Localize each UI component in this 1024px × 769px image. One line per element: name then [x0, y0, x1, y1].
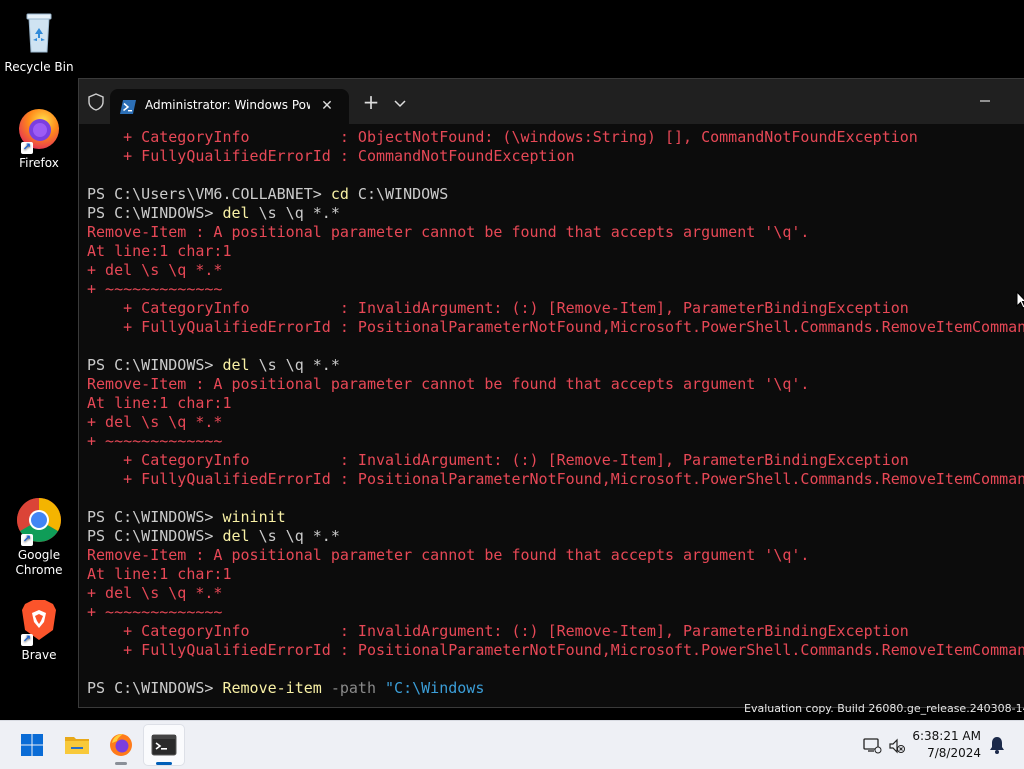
error-line: Remove-Item : A positional parameter can…	[87, 375, 810, 393]
prompt-text: PS C:\WINDOWS>	[87, 508, 223, 526]
active-indicator	[156, 762, 172, 765]
argument-text: C:\WINDOWS	[348, 185, 449, 203]
chrome-label: Google Chrome	[15, 548, 63, 577]
chrome-icon: ↗	[15, 496, 63, 546]
argument-text: \s \q *.*	[249, 204, 340, 222]
tab-powershell[interactable]: Administrator: Windows PowerShell ✕	[110, 89, 349, 124]
error-line: + ~~~~~~~~~~~~~	[87, 280, 223, 298]
command-line: PS C:\WINDOWS> wininit	[87, 508, 1024, 527]
tab-close-button[interactable]: ✕	[315, 95, 339, 117]
command-text: Remove-item	[222, 679, 322, 697]
error-line: + FullyQualifiedErrorId : PositionalPara…	[87, 641, 1024, 659]
brave-icon: ↗	[15, 596, 63, 646]
terminal-taskbar-button[interactable]	[144, 725, 184, 765]
recycle-bin-icon	[15, 8, 63, 56]
error-line: + ~~~~~~~~~~~~~	[87, 432, 223, 450]
terminal-window[interactable]: Administrator: Windows PowerShell ✕ + + …	[78, 78, 1024, 708]
desktop-icon-recycle-bin[interactable]: Recycle Bin	[4, 8, 74, 75]
error-line: At line:1 char:1	[87, 394, 232, 412]
taskbar: 6:38:21 AM 7/8/2024	[0, 720, 1024, 769]
firefox-label: Firefox	[19, 156, 59, 170]
evaluation-watermark: Evaluation copy. Build 26080.ge_release.…	[744, 702, 1024, 715]
error-line: At line:1 char:1	[87, 242, 232, 260]
command-text: cd	[330, 185, 349, 203]
mouse-cursor-icon	[1016, 290, 1024, 309]
prompt-text: PS C:\Users\VM6.COLLABNET>	[87, 185, 331, 203]
parameter-text: -path	[330, 679, 376, 697]
current-input-line[interactable]: PS C:\WINDOWS> Remove-item -path "C:\Win…	[87, 679, 1024, 698]
argument-text: \s \q *.*	[249, 356, 340, 374]
clock-date[interactable]: 7/8/2024	[900, 746, 981, 760]
file-explorer-button[interactable]	[57, 725, 97, 765]
error-line: + del \s \q *.*	[87, 413, 223, 431]
running-indicator	[115, 762, 127, 765]
error-line: + CategoryInfo : InvalidArgument: (:) [R…	[87, 622, 909, 640]
desktop-icon-firefox[interactable]: ↗ Firefox	[4, 104, 74, 171]
command-line: PS C:\WINDOWS> del \s \q *.*	[87, 356, 1024, 375]
tab-title: Administrator: Windows PowerShell	[145, 98, 310, 112]
error-line: Remove-Item : A positional parameter can…	[87, 546, 810, 564]
error-line: + FullyQualifiedErrorId : PositionalPara…	[87, 318, 1024, 336]
command-text: wininit	[222, 508, 286, 526]
prompt-text: PS C:\WINDOWS>	[87, 356, 223, 374]
windows-logo-icon	[21, 734, 43, 756]
title-bar[interactable]: Administrator: Windows PowerShell ✕ +	[79, 79, 1024, 124]
network-icon[interactable]	[862, 735, 882, 755]
error-line: Remove-Item : A positional parameter can…	[87, 223, 810, 241]
desktop-icon-chrome[interactable]: ↗ Google Chrome	[4, 496, 74, 578]
recycle-bin-label: Recycle Bin	[4, 60, 74, 74]
error-line: + del \s \q *.*	[87, 261, 223, 279]
command-text: del	[222, 356, 250, 374]
error-line: + CategoryInfo : InvalidArgument: (:) [R…	[87, 299, 909, 317]
command-line: PS C:\WINDOWS> del \s \q *.*	[87, 527, 1024, 546]
command-line: PS C:\WINDOWS> del \s \q *.*	[87, 204, 1024, 223]
folder-icon	[65, 737, 89, 754]
error-line: + CategoryInfo : ObjectNotFound: (\windo…	[87, 128, 918, 146]
shortcut-arrow-icon: ↗	[21, 534, 33, 546]
error-line: + ~~~~~~~~~~~~~	[87, 603, 223, 621]
chevron-down-icon[interactable]	[389, 93, 411, 113]
powershell-icon	[120, 99, 136, 114]
console-output[interactable]: + CategoryInfo : ObjectNotFound: (\windo…	[87, 128, 1024, 707]
firefox-icon: ↗	[15, 104, 63, 154]
terminal-icon	[151, 734, 177, 756]
error-line: + FullyQualifiedErrorId : CommandNotFoun…	[87, 147, 575, 165]
shield-icon	[87, 93, 105, 111]
firefox-taskbar-button[interactable]	[101, 725, 141, 765]
desktop-icon-brave[interactable]: ↗ Brave	[4, 596, 74, 663]
start-button[interactable]	[12, 725, 52, 765]
string-text: "C:\Windows	[385, 679, 485, 697]
error-line: + CategoryInfo : InvalidArgument: (:) [R…	[87, 451, 909, 469]
error-line: + del \s \q *.*	[87, 584, 223, 602]
minimize-button[interactable]	[971, 93, 1011, 109]
error-line: At line:1 char:1	[87, 565, 232, 583]
clock-time[interactable]: 6:38:21 AM	[900, 729, 981, 743]
shortcut-arrow-icon: ↗	[21, 634, 33, 646]
new-tab-button[interactable]: +	[359, 91, 383, 115]
notification-bell-icon[interactable]	[988, 735, 1006, 755]
argument-text: \s \q *.*	[249, 527, 340, 545]
command-text: del	[222, 527, 250, 545]
prompt-text: PS C:\WINDOWS>	[87, 527, 223, 545]
firefox-icon	[110, 734, 132, 756]
shortcut-arrow-icon: ↗	[21, 142, 33, 154]
prompt-text: PS C:\WINDOWS>	[87, 204, 223, 222]
command-line: PS C:\Users\VM6.COLLABNET> cd C:\WINDOWS	[87, 185, 1024, 204]
brave-label: Brave	[21, 648, 57, 662]
command-text: del	[222, 204, 250, 222]
prompt-text: PS C:\WINDOWS>	[87, 679, 223, 697]
error-line: + FullyQualifiedErrorId : PositionalPara…	[87, 470, 1024, 488]
